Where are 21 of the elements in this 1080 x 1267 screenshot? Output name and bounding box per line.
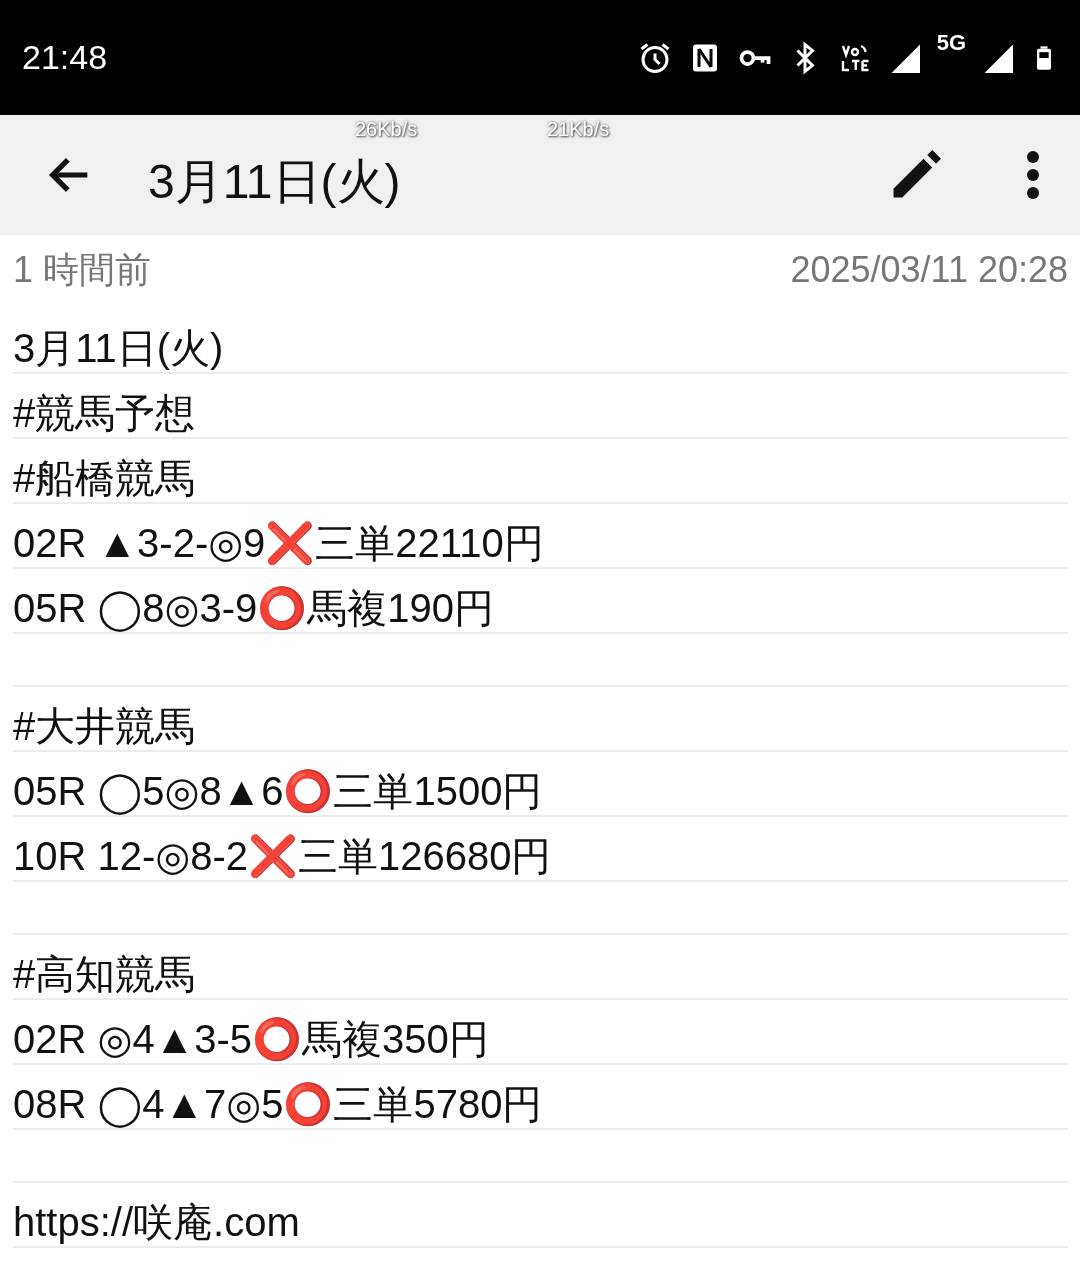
menu-button[interactable] bbox=[1026, 150, 1040, 200]
note-line: 05R ◯5◎8▲6⭕三単1500円 bbox=[13, 768, 543, 815]
note-line: #船橋競馬 bbox=[13, 455, 196, 502]
window-title: 3月11日(火) bbox=[148, 158, 401, 206]
note-line: 08R ◯4▲7◎5⭕三単5780円 bbox=[13, 1081, 543, 1128]
network-type-label: 5G bbox=[936, 29, 966, 56]
status-time: 21:48 bbox=[22, 38, 108, 77]
timestamp: 2025/03/11 20:28 bbox=[790, 249, 1068, 291]
note-line: https://咲庵.com bbox=[13, 1199, 300, 1246]
note-line: 02R ▲3-2-◎9❌三単22110円 bbox=[13, 520, 544, 567]
relative-time: 1 時間前 bbox=[13, 247, 152, 292]
note-line: 10R 12-◎8-2❌三単126680円 bbox=[13, 833, 552, 880]
network-speed-label: 26Kb/s bbox=[355, 119, 418, 139]
note-line: #大井競馬 bbox=[13, 703, 196, 750]
network-speed-label: 21Kb/s bbox=[547, 119, 610, 139]
note-line: #競馬予想 bbox=[13, 390, 196, 437]
note-line: #高知競馬 bbox=[13, 951, 196, 998]
more-icon bbox=[1026, 150, 1040, 200]
note-line: 3月11日(火) bbox=[13, 325, 224, 372]
note-line: 05R ◯8◎3-9⭕馬複190円 bbox=[13, 585, 494, 632]
note-line: 02R ◎4▲3-5⭕馬複350円 bbox=[13, 1016, 489, 1063]
